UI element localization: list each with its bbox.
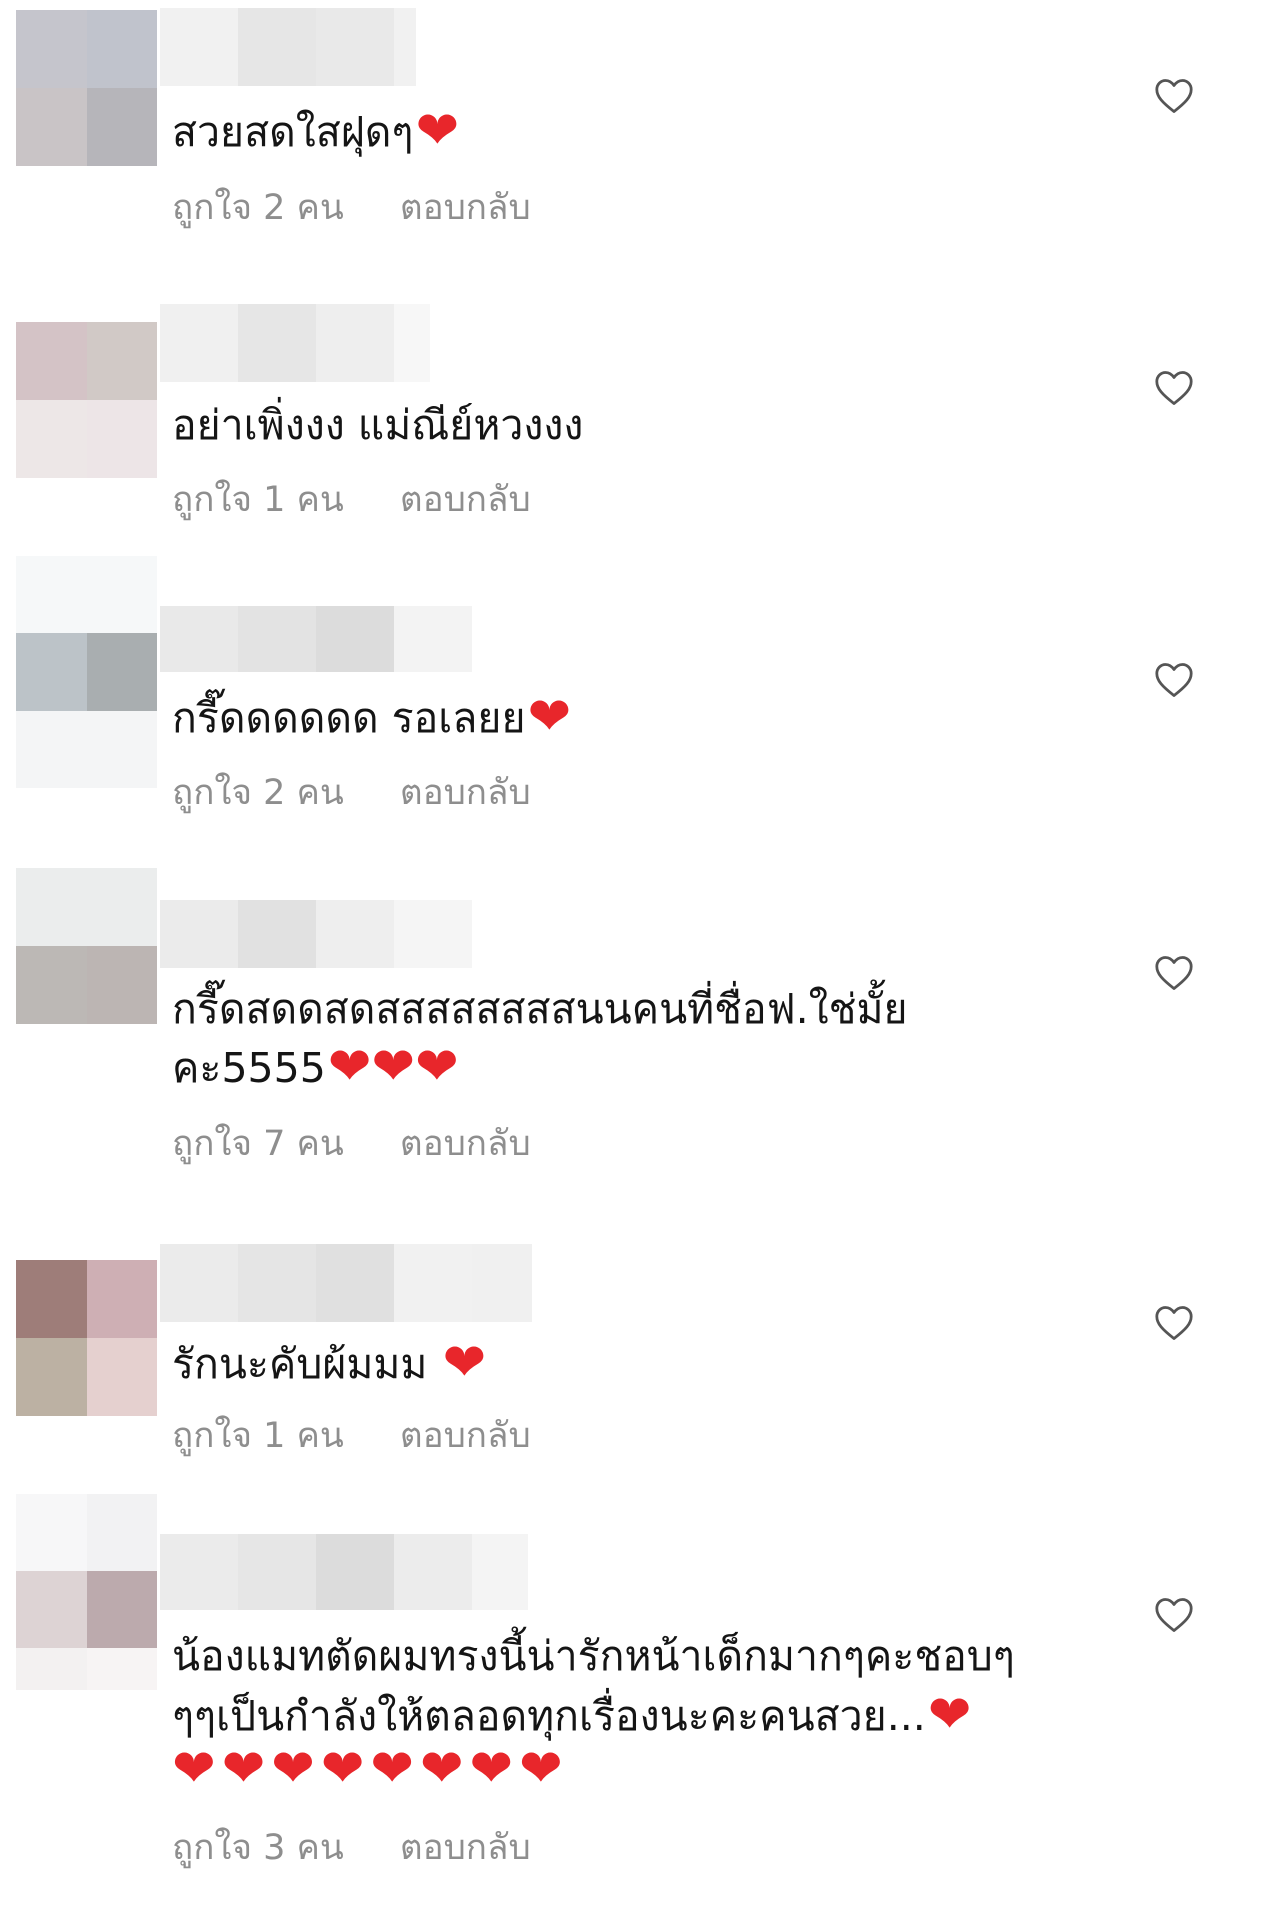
avatar[interactable] [16, 868, 157, 1024]
likes-count[interactable]: ถูกใจ 2 คน [172, 186, 344, 230]
comment-meta: ถูกใจ 1 คน ตอบกลับ [172, 478, 531, 522]
username-blurred[interactable] [160, 1244, 532, 1322]
avatar[interactable] [16, 1260, 157, 1416]
comment-text: กรี๊ดดดดดด รอเลยย❤ [172, 687, 572, 747]
username-blurred[interactable] [160, 900, 472, 968]
comment-text: น้องแมทตัดผมทรงนี้น่ารักหน้าเด็กมากๆคะชอ… [172, 1632, 1015, 1745]
comment-meta: ถูกใจ 3 คน ตอบกลับ [172, 1826, 531, 1870]
avatar[interactable] [16, 1494, 157, 1690]
heart-outline-icon[interactable] [1154, 1597, 1194, 1633]
comment-text: รักนะคับผ้มมม ❤ [172, 1333, 487, 1393]
comment-text: กรี๊ดสดดสดสสสสสสสสนนคนที่ชื่อฟ.ใช่มั้ย ค… [172, 985, 908, 1097]
username-blurred[interactable] [160, 8, 416, 86]
avatar[interactable] [16, 10, 157, 166]
heart-outline-icon[interactable] [1154, 662, 1194, 698]
reply-button[interactable]: ตอบกลับ [400, 771, 531, 815]
reply-button[interactable]: ตอบกลับ [400, 478, 531, 522]
heart-emoji: ❤ [527, 687, 572, 747]
heart-outline-icon[interactable] [1154, 1305, 1194, 1341]
emoji-row: ❤❤❤❤❤❤❤❤ [172, 1740, 1102, 1800]
likes-count[interactable]: ถูกใจ 1 คน [172, 478, 344, 522]
username-blurred[interactable] [160, 606, 472, 672]
likes-count[interactable]: ถูกใจ 3 คน [172, 1826, 344, 1870]
reply-button[interactable]: ตอบกลับ [400, 1414, 531, 1458]
reply-button[interactable]: ตอบกลับ [400, 1122, 531, 1166]
heart-emoji: ❤❤❤ [327, 1037, 459, 1097]
likes-count[interactable]: ถูกใจ 2 คน [172, 771, 344, 815]
likes-count[interactable]: ถูกใจ 7 คน [172, 1122, 344, 1166]
heart-emoji-row: ❤❤❤❤❤❤❤❤ [172, 1739, 569, 1799]
heart-outline-icon[interactable] [1154, 370, 1194, 406]
heart-outline-icon[interactable] [1154, 78, 1194, 114]
comment-meta: ถูกใจ 7 คน ตอบกลับ [172, 1122, 531, 1166]
comment-meta: ถูกใจ 1 คน ตอบกลับ [172, 1414, 531, 1458]
avatar[interactable] [16, 556, 157, 788]
likes-count[interactable]: ถูกใจ 1 คน [172, 1414, 344, 1458]
username-blurred[interactable] [160, 1534, 528, 1610]
avatar[interactable] [16, 322, 157, 478]
heart-outline-icon[interactable] [1154, 955, 1194, 991]
heart-emoji: ❤ [415, 101, 460, 161]
comment-meta: ถูกใจ 2 คน ตอบกลับ [172, 186, 531, 230]
username-blurred[interactable] [160, 304, 430, 382]
comment-meta: ถูกใจ 2 คน ตอบกลับ [172, 771, 531, 815]
heart-emoji: ❤ [927, 1685, 972, 1745]
heart-emoji: ❤ [442, 1333, 487, 1393]
comment-text: อย่าเพิ่งงง แม่ณีย์หวงงง [172, 401, 584, 449]
reply-button[interactable]: ตอบกลับ [400, 186, 531, 230]
reply-button[interactable]: ตอบกลับ [400, 1826, 531, 1870]
comment-text: สวยสดใสฝุดๆ❤ [172, 101, 460, 161]
